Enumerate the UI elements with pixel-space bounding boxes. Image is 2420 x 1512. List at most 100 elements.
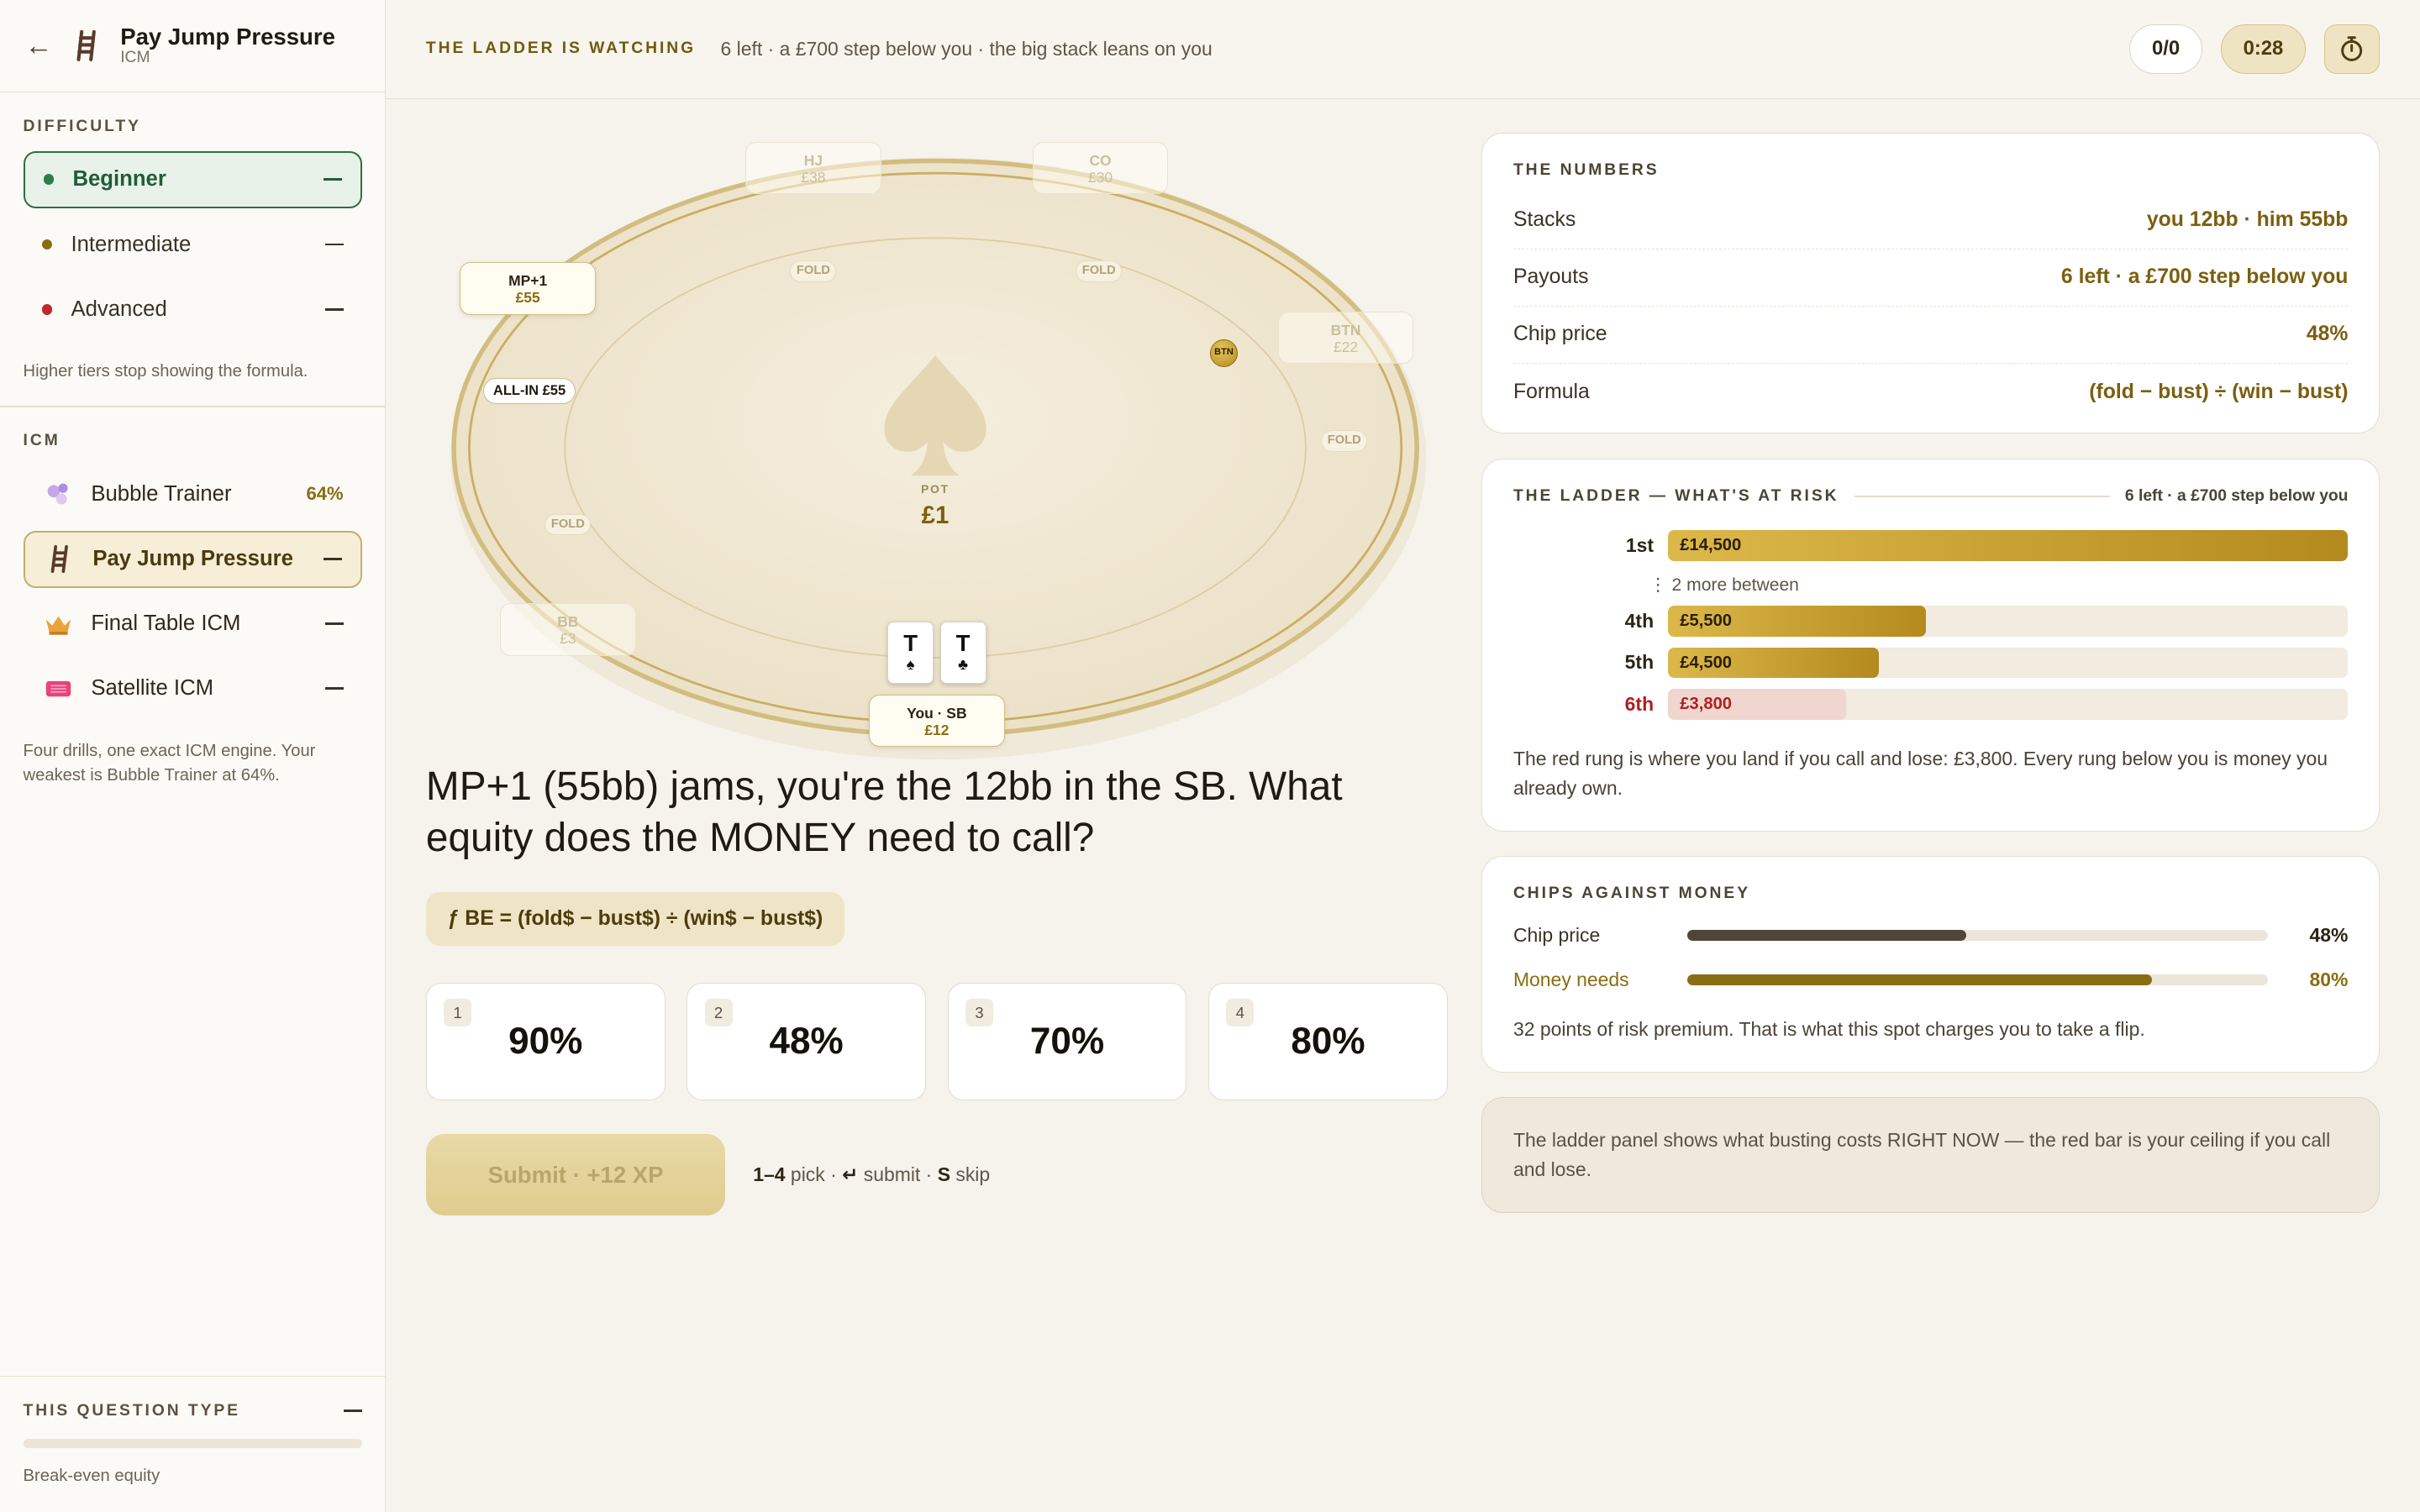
seat-bb: BB £3 <box>500 603 636 656</box>
collapse-icon[interactable] <box>343 1410 362 1413</box>
drill-label: Pay Jump Pressure <box>92 547 293 571</box>
chips-vs-money-panel: CHIPS AGAINST MONEY Chip price 48% Money… <box>1481 856 2381 1073</box>
question-area: HJ £38 CO £30 MP+1 £55 BTN £22 BB £3 You… <box>425 99 1451 1216</box>
stopwatch-icon <box>2341 36 2363 61</box>
seat-co: CO £30 <box>1032 141 1169 195</box>
dealer-button: BTN <box>1209 339 1238 368</box>
numbers-row: Payouts 6 left · a £700 step below you <box>1512 249 2349 307</box>
tier-dot <box>43 174 55 186</box>
seat-hj: HJ £38 <box>745 141 881 195</box>
ladder-rung-at-risk: 6th £3,800 <box>1513 685 2349 722</box>
answer-option-2[interactable]: 2 48% <box>687 982 926 1100</box>
question-type-value: Break-even equity <box>23 1466 160 1485</box>
seat-hero: You · SB £12 <box>869 694 1005 747</box>
answer-value: 48% <box>769 1021 844 1063</box>
submit-button[interactable]: Submit · +12 XP <box>425 1133 726 1216</box>
timer-button[interactable] <box>2324 24 2381 74</box>
ticket-icon <box>42 675 76 702</box>
drill-final-table-icm[interactable]: Final Table ICM <box>24 596 362 653</box>
difficulty-label: DIFFICULTY <box>23 117 141 135</box>
drill-pay-jump-pressure[interactable]: Pay Jump Pressure <box>23 530 362 588</box>
panel-title: THE LADDER — WHAT'S AT RISK <box>1512 486 1839 505</box>
collapse-icon <box>323 558 342 561</box>
drill-label: Satellite ICM <box>91 676 214 701</box>
collapse-icon <box>324 687 344 690</box>
icm-section-label: ICM <box>23 432 60 450</box>
ladder-icon <box>44 545 77 574</box>
numbers-row: Chip price 48% <box>1512 307 2349 364</box>
answer-option-1[interactable]: 1 90% <box>425 982 666 1100</box>
drill-bubble-trainer[interactable]: Bubble Trainer 64% <box>24 465 362 522</box>
numbers-row: Formula (fold − bust) ÷ (win − bust) <box>1512 380 2349 403</box>
hole-card: T ♠ <box>887 622 934 684</box>
pot-label: POT <box>921 482 950 496</box>
drill-label: Bubble Trainer <box>91 481 232 506</box>
formula-hint: ƒ BE = (fold$ − bust$) ÷ (win$ − bust$) <box>425 891 844 946</box>
enter-key-icon: ↵ <box>842 1163 859 1186</box>
collapse-icon <box>324 622 344 626</box>
tier-advanced[interactable]: Advanced <box>24 281 362 338</box>
drill-note: Four drills, one exact ICM engine. Your … <box>23 741 316 785</box>
score-badge: 0/0 <box>2129 24 2202 74</box>
collapse-icon <box>323 178 342 181</box>
answer-value: 70% <box>1029 1021 1105 1063</box>
ladder-note: 6 left · a £700 step below you <box>2124 486 2349 505</box>
fold-tag: FOLD <box>1321 430 1368 453</box>
pot-value: £1 <box>921 501 950 529</box>
rung-fill <box>1667 529 2349 561</box>
collapse-icon <box>324 307 344 311</box>
drill-satellite-icm[interactable]: Satellite ICM <box>24 660 362 717</box>
ladder-rung: 5th £4,500 <box>1513 644 2349 681</box>
scenario-subtitle: 6 left · a £700 step below you · the big… <box>720 37 1213 60</box>
app-window: ← Pay Jump Pressure ICM DIFFICULTY Begin… <box>0 0 2420 1512</box>
timer-badge: 0:28 <box>2220 24 2307 74</box>
main-content: THE LADDER IS WATCHING 6 left · a £700 s… <box>386 0 2420 1512</box>
top-bar: THE LADDER IS WATCHING 6 left · a £700 s… <box>386 0 2420 99</box>
answer-value: 80% <box>1291 1021 1365 1063</box>
answer-value: 90% <box>508 1021 583 1063</box>
answer-options: 1 90% 2 48% 3 70% 4 80% <box>425 982 1451 1100</box>
sidebar-divider <box>0 405 386 407</box>
tier-dot <box>41 239 53 250</box>
tier-beginner[interactable]: Beginner <box>23 150 362 208</box>
answer-option-3[interactable]: 3 70% <box>947 982 1187 1100</box>
ladder-icon <box>76 30 97 61</box>
tier-label: Advanced <box>71 297 167 321</box>
question-type-progress <box>23 1438 362 1448</box>
cvm-row-chip-price: Chip price 48% <box>1512 923 2349 946</box>
drill-label: Final Table ICM <box>91 612 241 636</box>
keyboard-hint: 1–4 pick · ↵ submit · S skip <box>753 1163 991 1186</box>
ladder-rung: 1st £14,500 <box>1513 527 2349 564</box>
hole-card: T ♣ <box>939 622 986 684</box>
bubbles-icon <box>42 480 76 508</box>
submit-row: Submit · +12 XP 1–4 pick · ↵ submit · S … <box>425 1133 1451 1216</box>
drill-score: 64% <box>306 483 344 505</box>
fold-tag: FOLD <box>790 260 837 283</box>
panel-title: THE NUMBERS <box>1512 161 1660 179</box>
tip-callout: The ladder panel shows what busting cost… <box>1481 1097 2381 1213</box>
collapse-icon <box>324 243 344 246</box>
question-type-panel: THIS QUESTION TYPE Break-even equity <box>0 1376 386 1512</box>
ladder-panel: THE LADDER — WHAT'S AT RISK 6 left · a £… <box>1481 458 2381 832</box>
fold-tag: FOLD <box>544 513 592 536</box>
numbers-row: Stacks you 12bb · him 55bb <box>1512 192 2349 249</box>
spade-icon: ♠ <box>906 654 915 673</box>
cvm-row-money-needs: Money needs 80% <box>1512 968 2349 990</box>
question-type-label: THIS QUESTION TYPE <box>23 1401 240 1420</box>
sidebar-header: ← Pay Jump Pressure ICM <box>0 0 386 93</box>
more-icon: ⋮ <box>1649 575 1672 595</box>
page-title: Pay Jump Pressure <box>120 23 335 50</box>
ladder-explanation: The red rung is where you land if you ca… <box>1512 748 2328 800</box>
tier-intermediate[interactable]: Intermediate <box>24 216 362 273</box>
answer-option-4[interactable]: 4 80% <box>1208 982 1448 1100</box>
question-text: MP+1 (55bb) jams, you're the 12bb in the… <box>425 764 1343 860</box>
tier-label: Intermediate <box>71 232 192 256</box>
cvm-fill <box>1687 974 2152 985</box>
scenario-title: THE LADDER IS WATCHING <box>425 39 697 58</box>
table-felt <box>450 157 1427 759</box>
tier-note: Higher tiers stop showing the formula. <box>23 361 308 381</box>
back-arrow-icon[interactable]: ← <box>24 30 55 62</box>
fold-tag: FOLD <box>1076 260 1123 283</box>
info-panels: THE NUMBERS Stacks you 12bb · him 55bb Pa… <box>1481 132 2381 1213</box>
panel-title: CHIPS AGAINST MONEY <box>1512 885 1750 903</box>
